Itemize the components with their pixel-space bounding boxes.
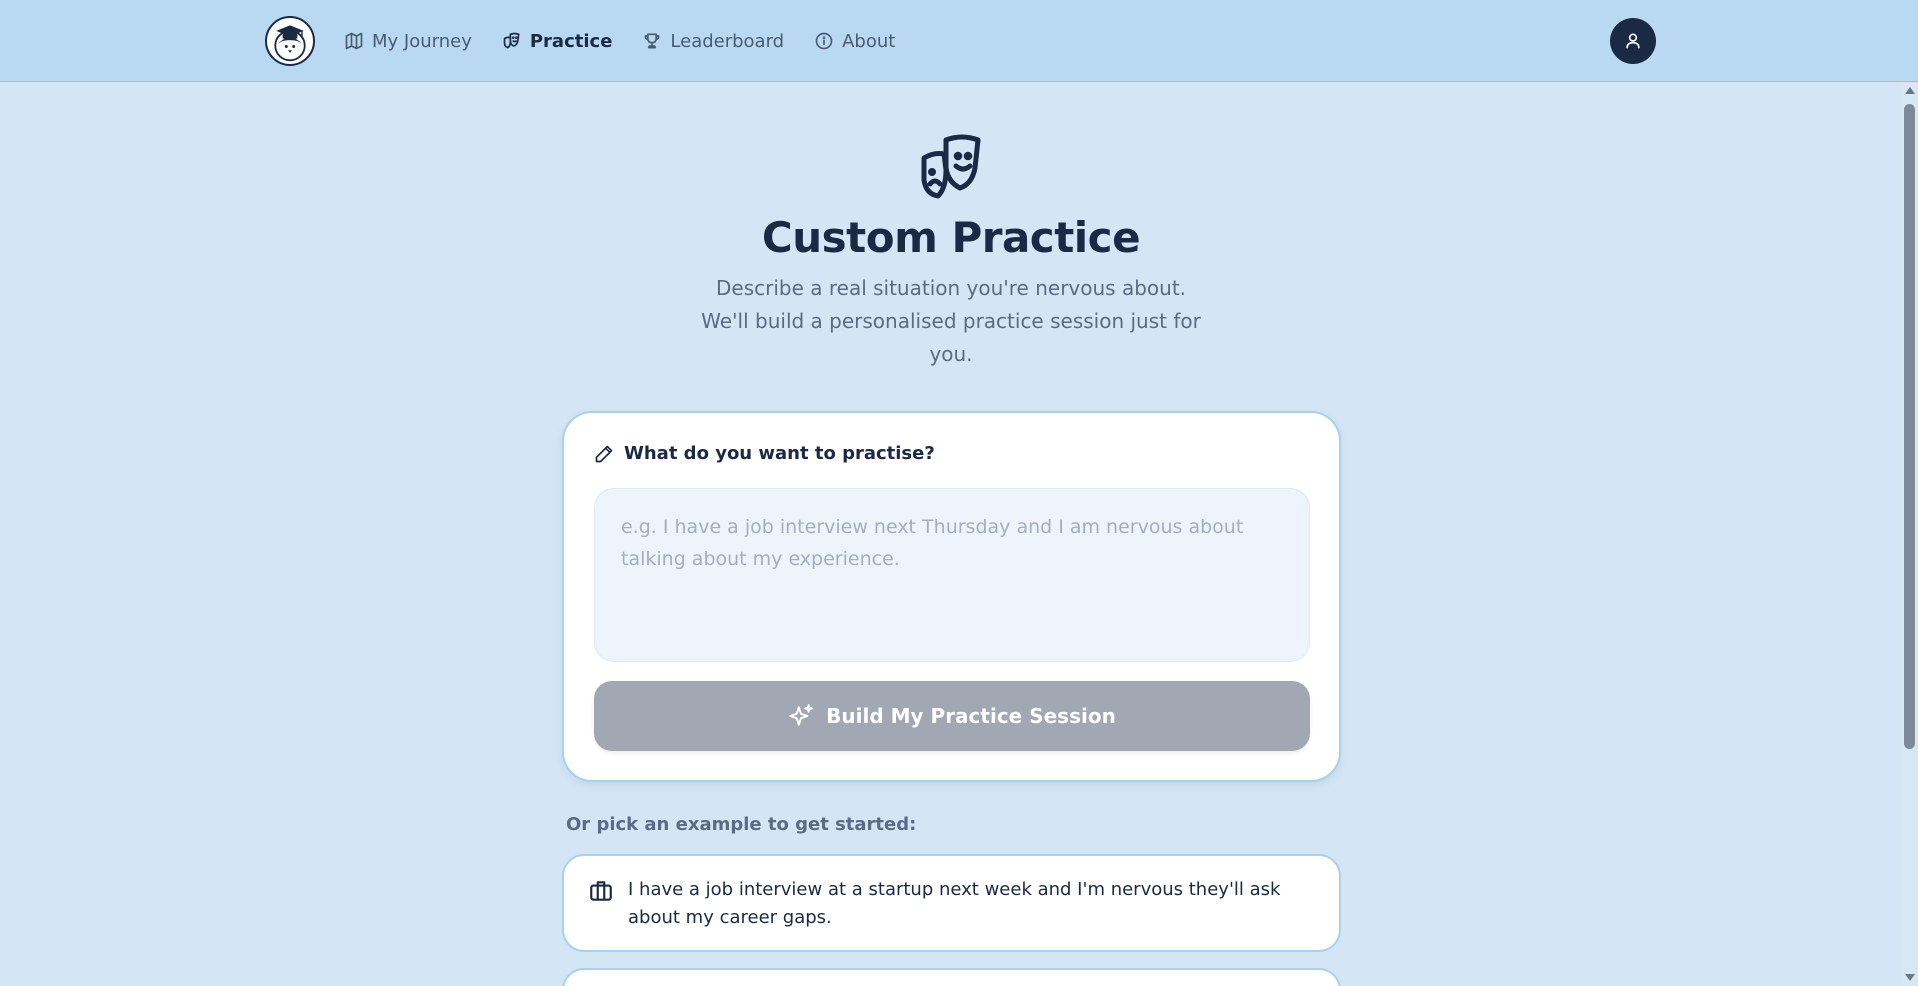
- example-card[interactable]: [562, 968, 1341, 986]
- nav-item-about[interactable]: About: [814, 31, 895, 52]
- nav-item-label: Leaderboard: [670, 30, 785, 52]
- theater-masks-icon: [921, 134, 981, 199]
- practice-description-input[interactable]: [594, 488, 1310, 662]
- profile-button[interactable]: [1610, 18, 1656, 64]
- nav-item-label: About: [842, 30, 896, 52]
- nav-item-label: My Journey: [372, 30, 472, 52]
- pencil-icon: [595, 445, 613, 462]
- build-practice-session-button[interactable]: Build My Practice Session: [594, 681, 1310, 751]
- trophy-icon: [644, 33, 660, 49]
- map-icon: [345, 32, 363, 50]
- build-button-label: Build My Practice Session: [826, 704, 1116, 728]
- top-navigation-bar: My Journey Practice Leaderboard About: [0, 0, 1918, 82]
- nav-item-practice[interactable]: Practice: [502, 30, 613, 52]
- form-label-text: What do you want to practise?: [624, 443, 935, 464]
- page-subtitle: Describe a real situation you're nervous…: [701, 276, 1201, 366]
- example-card[interactable]: I have a job interview at a startup next…: [562, 854, 1341, 952]
- form-label: What do you want to practise?: [594, 443, 935, 464]
- scrollbar-thumb[interactable]: [1904, 104, 1915, 749]
- examples-heading: Or pick an example to get started:: [566, 814, 917, 835]
- nav-item-my-journey[interactable]: My Journey: [344, 31, 472, 52]
- briefcase-icon: [590, 881, 612, 901]
- nav-item-label: Practice: [529, 30, 613, 52]
- page-title: Custom Practice: [761, 213, 1141, 262]
- example-text: I have a job interview at a startup next…: [628, 879, 1281, 928]
- penguin-logo-icon[interactable]: [265, 16, 315, 66]
- scroll-down-arrow-icon[interactable]: [1905, 974, 1915, 981]
- main-nav: My Journey Practice Leaderboard About: [344, 0, 925, 82]
- user-icon: [1626, 33, 1640, 49]
- scroll-up-arrow-icon[interactable]: [1905, 87, 1915, 94]
- sparkles-icon: [789, 704, 813, 726]
- page-scrollbar[interactable]: [1902, 82, 1918, 986]
- nav-item-leaderboard[interactable]: Leaderboard: [642, 31, 784, 52]
- info-icon: [815, 32, 833, 50]
- theater-masks-icon: [503, 32, 520, 49]
- practice-form-card: What do you want to practise? Build My P…: [562, 411, 1341, 782]
